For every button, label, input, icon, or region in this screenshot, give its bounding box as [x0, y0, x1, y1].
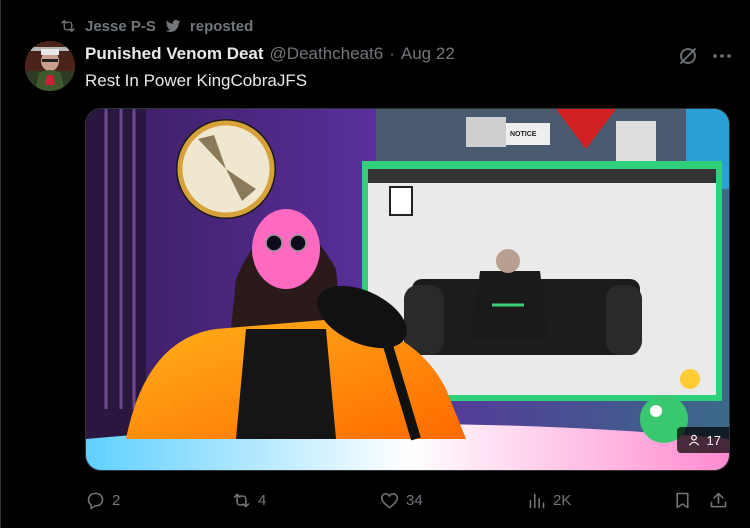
repost-context: Jesse P-S reposted	[59, 16, 253, 36]
reply-count: 2	[112, 491, 121, 509]
share-icon	[710, 492, 727, 507]
like-button[interactable]: 34	[379, 486, 423, 514]
display-name[interactable]: Punished Venom Deat	[85, 44, 264, 64]
views-icon	[529, 493, 545, 508]
repost-button[interactable]: 4	[231, 486, 266, 514]
notice-sign: NOTICE	[510, 131, 537, 138]
avatar-image	[25, 41, 75, 91]
separator: ·	[389, 44, 395, 63]
view-count: 2K	[553, 491, 572, 509]
action-bar: 2 4 34 2K	[85, 486, 735, 514]
bookmark-button[interactable]	[672, 486, 693, 514]
reply-button[interactable]: 2	[85, 486, 120, 514]
heart-icon	[380, 492, 399, 508]
tweet-header: Punished Venom Deat @Deathcheat6 · Aug 2…	[85, 44, 455, 64]
viewers-count: 17	[706, 432, 721, 448]
grok-icon[interactable]	[676, 44, 700, 68]
reposted-label: reposted	[189, 17, 254, 35]
reply-icon	[87, 492, 104, 509]
tweet-media-video[interactable]: NOTICE 17	[85, 108, 730, 471]
avatar[interactable]	[25, 41, 75, 91]
repost-count: 4	[258, 491, 267, 509]
reposter-name[interactable]: Jesse P-S	[85, 18, 156, 35]
tweet-text: Rest In Power KingCobraJFS	[85, 71, 308, 90]
repost-icon	[61, 20, 75, 32]
more-icon[interactable]	[710, 44, 734, 68]
views-button[interactable]: 2K	[526, 486, 571, 514]
like-count: 34	[406, 491, 423, 509]
tweet-card[interactable]: Jesse P-S reposted Punished Venom Deat @…	[0, 0, 750, 528]
bookmark-icon	[676, 492, 689, 508]
handle[interactable]: @Deathcheat6	[270, 44, 384, 64]
video-viewers-badge: 17	[676, 427, 729, 453]
share-button[interactable]	[708, 486, 729, 514]
video-frame: NOTICE	[86, 109, 729, 470]
repost-icon	[233, 493, 250, 507]
person-icon	[688, 434, 699, 446]
post-date[interactable]: Aug 22	[401, 44, 455, 64]
bird-icon	[165, 19, 181, 32]
